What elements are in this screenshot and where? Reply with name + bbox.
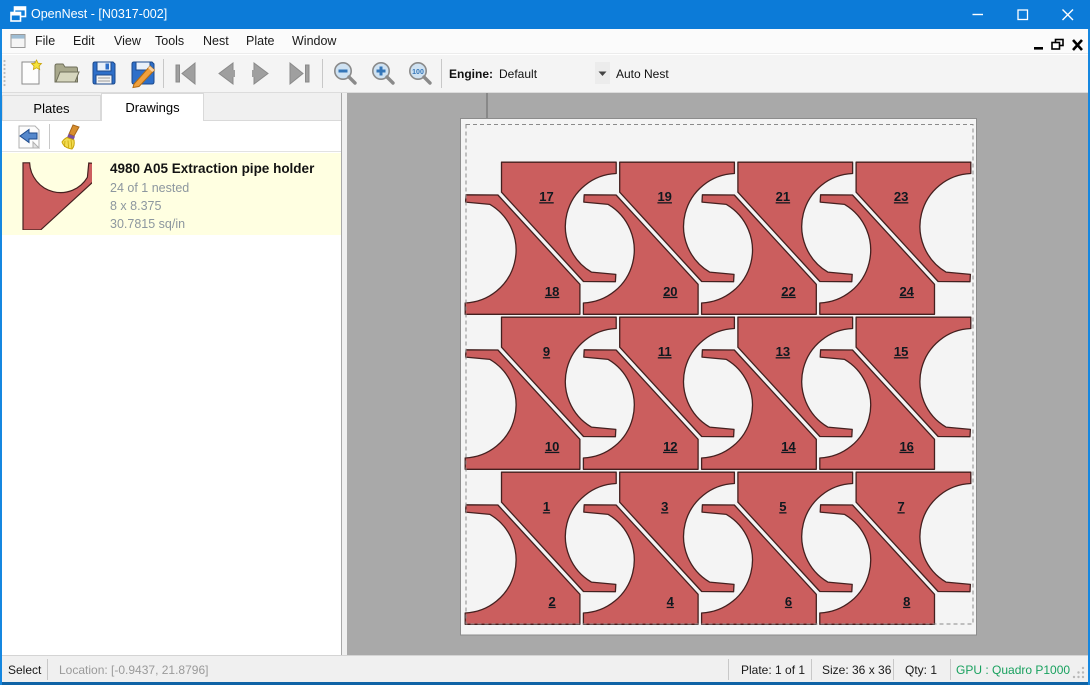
svg-text:21: 21	[776, 189, 790, 204]
svg-text:100: 100	[412, 69, 424, 76]
svg-text:24: 24	[899, 284, 914, 299]
svg-text:10: 10	[545, 439, 559, 454]
svg-text:13: 13	[776, 344, 790, 359]
svg-text:12: 12	[663, 439, 677, 454]
svg-text:6: 6	[785, 594, 792, 609]
svg-text:20: 20	[663, 284, 677, 299]
svg-text:16: 16	[899, 439, 913, 454]
svg-text:4: 4	[667, 594, 675, 609]
svg-text:17: 17	[539, 189, 553, 204]
svg-text:15: 15	[894, 344, 908, 359]
svg-text:3: 3	[661, 499, 668, 514]
svg-text:5: 5	[779, 499, 786, 514]
svg-text:23: 23	[894, 189, 908, 204]
svg-text:11: 11	[658, 344, 672, 359]
svg-text:9: 9	[543, 344, 550, 359]
svg-text:2: 2	[548, 594, 555, 609]
svg-text:8: 8	[903, 594, 910, 609]
svg-text:14: 14	[781, 439, 796, 454]
svg-text:7: 7	[897, 499, 904, 514]
svg-text:22: 22	[781, 284, 795, 299]
svg-text:18: 18	[545, 284, 559, 299]
svg-text:19: 19	[657, 189, 671, 204]
svg-text:1: 1	[543, 499, 550, 514]
